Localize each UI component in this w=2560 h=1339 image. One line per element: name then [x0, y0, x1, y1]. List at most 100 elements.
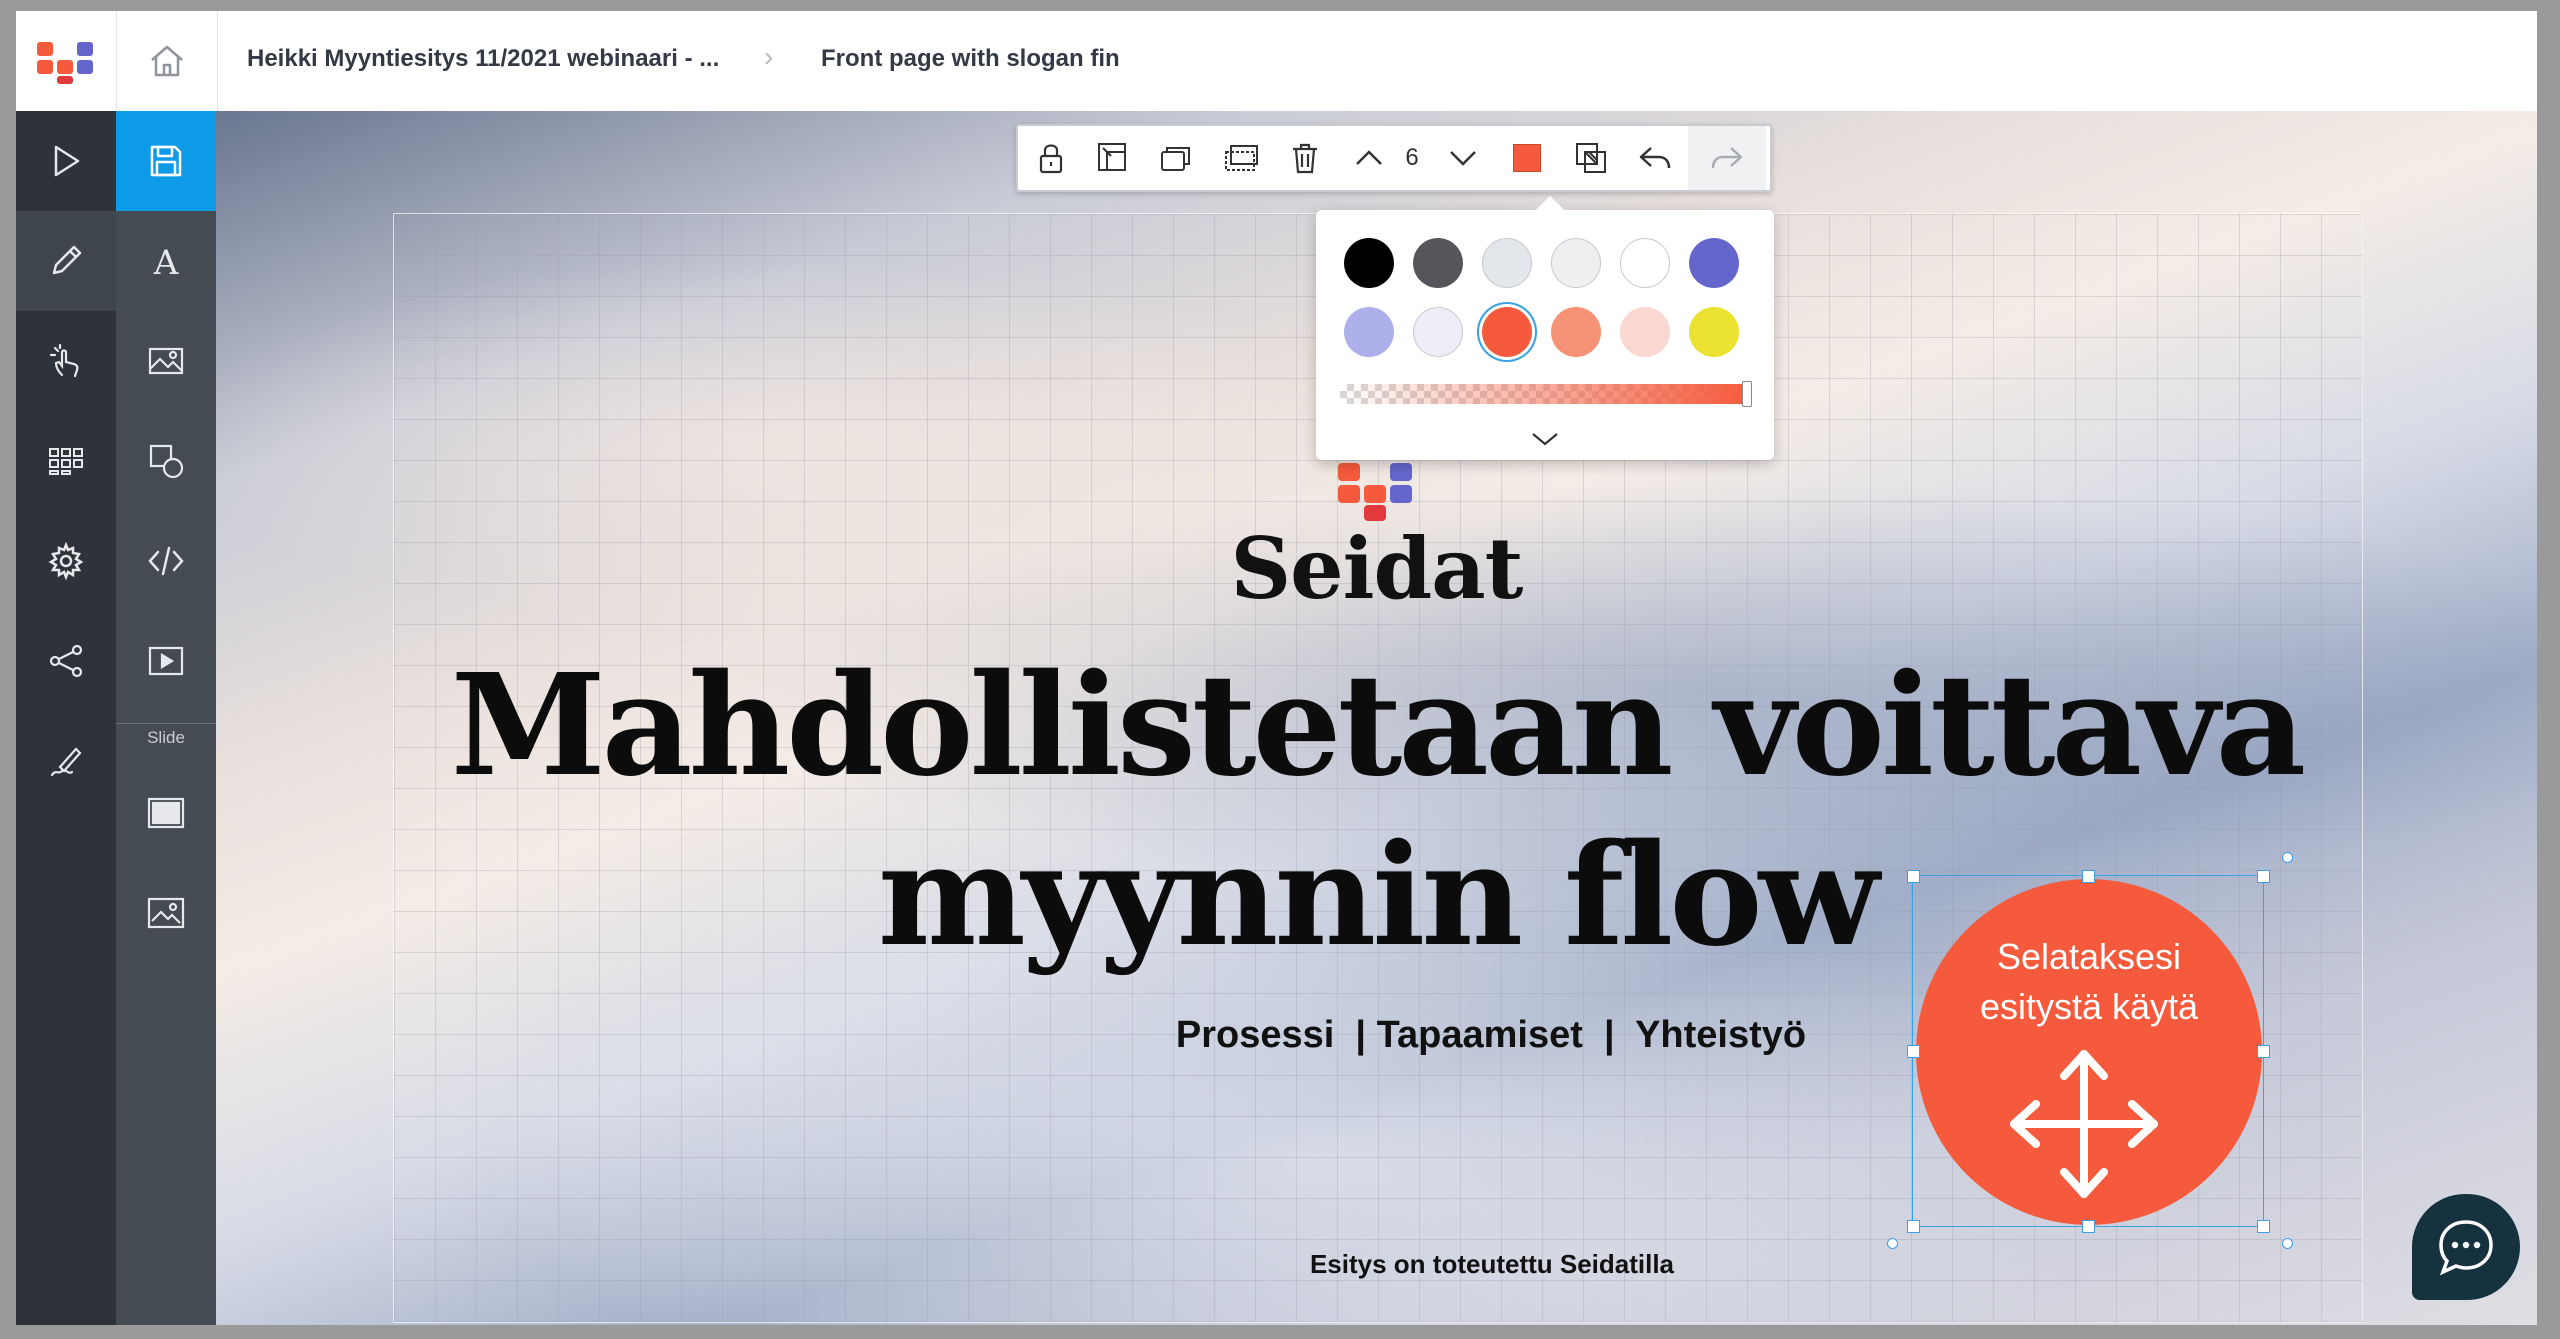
current-color-swatch	[1513, 144, 1541, 172]
fit-icon	[1098, 143, 1126, 171]
present-button[interactable]	[16, 111, 116, 211]
rotate-handle-sw[interactable]	[1887, 1238, 1898, 1249]
color-swatch-dark-gray[interactable]	[1413, 238, 1463, 288]
chevron-down-icon	[1450, 151, 1476, 166]
color-swatch-salmon[interactable]	[1551, 307, 1601, 357]
touch-icon	[49, 343, 79, 378]
duplicate-icon	[1161, 147, 1190, 171]
add-video-button[interactable]	[116, 611, 216, 711]
slide-background-color-button[interactable]	[116, 763, 216, 863]
opacity-slider-knob[interactable]	[1742, 381, 1752, 407]
gear-icon	[48, 541, 84, 581]
text-icon: A	[153, 243, 179, 281]
element-toolbar: 6	[1016, 124, 1772, 192]
home-icon	[151, 45, 183, 77]
resize-handle-se[interactable]	[2257, 1220, 2270, 1233]
brand-text[interactable]: Seidat	[216, 519, 2537, 618]
resize-handle-ne[interactable]	[2257, 870, 2270, 883]
opacity-slider[interactable]	[1340, 381, 1752, 407]
layer-down-button[interactable]	[1432, 126, 1494, 190]
color-swatch-pale-pink[interactable]	[1620, 307, 1670, 357]
save-button[interactable]	[116, 111, 216, 211]
background-image-icon	[147, 897, 185, 929]
layer-number: 6	[1405, 144, 1419, 171]
more-colors-button[interactable]	[1520, 424, 1570, 454]
code-icon	[148, 546, 184, 576]
seidat-logo[interactable]	[16, 11, 116, 111]
share-button[interactable]	[16, 611, 116, 711]
breadcrumb-separator: ›	[764, 41, 774, 72]
group-icon	[1225, 145, 1258, 171]
rotate-handle-ne[interactable]	[2282, 852, 2293, 863]
rotate-handle-se[interactable]	[2282, 1238, 2293, 1249]
delete-button[interactable]	[1274, 126, 1336, 190]
slide-section-label: Slide	[116, 723, 216, 748]
crop-icon	[1576, 143, 1606, 173]
add-image-button[interactable]	[116, 311, 216, 411]
group-button[interactable]	[1210, 126, 1272, 190]
slide-layout-icon	[147, 797, 185, 829]
video-icon	[148, 646, 184, 676]
fit-to-slide-button[interactable]	[1082, 126, 1144, 190]
redo-icon	[1711, 147, 1743, 169]
resize-handle-n[interactable]	[2082, 870, 2095, 883]
save-icon	[150, 145, 182, 177]
color-swatch-white[interactable]	[1620, 238, 1670, 288]
share-icon	[49, 644, 83, 678]
breadcrumb-slide: Front page with slogan fin	[821, 45, 1120, 72]
color-swatch-indigo[interactable]	[1689, 238, 1739, 288]
color-popover	[1316, 210, 1774, 460]
chevron-down-icon	[1532, 433, 1558, 446]
slide-background-image-button[interactable]	[116, 863, 216, 963]
add-shape-button[interactable]	[116, 411, 216, 511]
pencil-icon	[52, 245, 82, 275]
lock-button[interactable]	[1020, 126, 1082, 190]
resize-handle-sw[interactable]	[1907, 1220, 1920, 1233]
undo-button[interactable]	[1624, 126, 1686, 190]
add-code-button[interactable]	[116, 511, 216, 611]
image-icon	[148, 347, 184, 375]
grid-icon	[49, 448, 83, 475]
color-swatch-lighter-gray[interactable]	[1551, 238, 1601, 288]
tools-rail: A Slide	[116, 111, 216, 1325]
chevron-up-icon	[1356, 150, 1382, 165]
signature-button[interactable]	[16, 711, 116, 811]
editor-canvas[interactable]: Seidat Mahdollistetaan voittava myynnin …	[216, 111, 2537, 1325]
breadcrumb-presentation[interactable]: Heikki Myyntiesitys 11/2021 webinaari - …	[247, 45, 719, 73]
color-picker-button[interactable]	[1496, 126, 1558, 190]
undo-icon	[1639, 147, 1671, 169]
color-swatch-yellow[interactable]	[1689, 307, 1739, 357]
slide-footer[interactable]: Esitys on toteutettu Seidatilla	[216, 1249, 2537, 1280]
resize-handle-nw[interactable]	[1907, 870, 1920, 883]
resize-handle-w[interactable]	[1907, 1045, 1920, 1058]
headline-line-1[interactable]: Mahdollistetaan voittava	[216, 656, 2537, 796]
primary-rail	[16, 111, 116, 1325]
color-swatch-lavender[interactable]	[1344, 307, 1394, 357]
play-icon	[54, 145, 80, 177]
duplicate-button[interactable]	[1146, 126, 1208, 190]
crop-button[interactable]	[1560, 126, 1622, 190]
app-window: Heikki Myyntiesitys 11/2021 webinaari - …	[16, 11, 2537, 1325]
color-swatch-orange-selected[interactable]	[1482, 307, 1532, 357]
interaction-button[interactable]	[16, 311, 116, 411]
edit-mode-button[interactable]	[16, 211, 116, 311]
chat-icon	[2439, 1220, 2493, 1276]
color-swatch-pale-lavender[interactable]	[1413, 307, 1463, 357]
slides-grid-button[interactable]	[16, 411, 116, 511]
seidat-slide-logo[interactable]	[1336, 461, 1420, 525]
color-swatch-light-gray[interactable]	[1482, 238, 1532, 288]
layer-up-button[interactable]	[1338, 126, 1400, 190]
lock-icon	[1039, 144, 1063, 174]
layer-value: 6	[1392, 126, 1432, 190]
settings-button[interactable]	[16, 511, 116, 611]
svg-text:A: A	[153, 243, 179, 281]
add-text-button[interactable]: A	[116, 211, 216, 311]
chat-button[interactable]	[2412, 1194, 2520, 1300]
redo-button[interactable]	[1688, 126, 1766, 190]
resize-handle-s[interactable]	[2082, 1220, 2095, 1233]
trash-icon	[1293, 143, 1317, 174]
resize-handle-e[interactable]	[2257, 1045, 2270, 1058]
home-button[interactable]	[116, 11, 218, 111]
signature-icon	[50, 747, 82, 777]
color-swatch-black[interactable]	[1344, 238, 1394, 288]
